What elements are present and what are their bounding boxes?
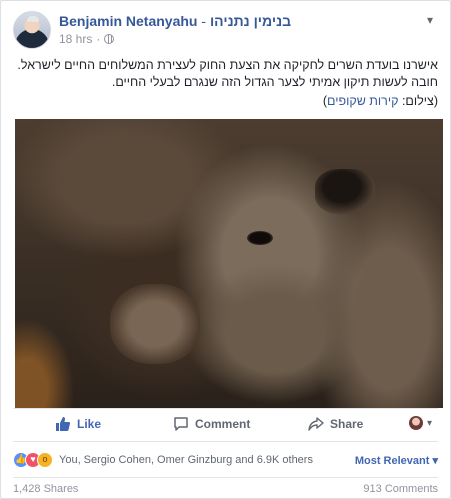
thumbs-up-icon	[56, 417, 70, 431]
reactions-row: 👍 ♥ o You, Sergio Cohen, Omer Ginzburg a…	[13, 449, 438, 471]
post-body: אישרנו בועדת השרים לחקיקה את הצעת החוק ל…	[17, 58, 438, 89]
sort-dropdown[interactable]: Most Relevant ▾	[355, 454, 438, 467]
share-icon	[308, 417, 324, 431]
photo-credit: (צילום: קירות שקופים)	[13, 93, 438, 110]
author-name-hebrew[interactable]: בנימין נתניהו	[210, 13, 291, 29]
comment-button[interactable]: Comment	[173, 416, 250, 432]
like-label: Like	[77, 417, 102, 431]
divider-bottom	[13, 477, 438, 478]
divider-middle	[13, 441, 438, 442]
credit-link[interactable]: קירות שקופים	[327, 94, 399, 108]
photo-glow	[15, 318, 75, 408]
current-user-avatar	[408, 416, 423, 430]
action-bar: Like Comment Share ▾	[13, 409, 438, 439]
divider-top	[13, 408, 438, 409]
post-photo[interactable]	[15, 119, 443, 408]
comments-count[interactable]: 913 Comments	[363, 483, 438, 495]
comment-icon	[174, 417, 188, 431]
name-separator: -	[197, 13, 210, 29]
post-meta: 18 hrs ·	[59, 32, 115, 46]
caret-down-icon: ▾	[432, 455, 438, 467]
post-text: אישרנו בועדת השרים לחקיקה את הצעת החוק ל…	[13, 57, 438, 110]
photo-snout	[110, 284, 200, 364]
photo-eye	[247, 231, 273, 245]
wow-reaction-icon: o	[37, 452, 53, 468]
author-name[interactable]: Benjamin Netanyahu	[59, 13, 197, 29]
chevron-down-icon[interactable]: ▾	[422, 13, 438, 27]
photo-nose	[315, 169, 375, 214]
post-card: Benjamin Netanyahu - בנימין נתניהו 18 hr…	[0, 0, 451, 499]
reaction-icons[interactable]: 👍 ♥ o	[13, 452, 57, 468]
author-name-line[interactable]: Benjamin Netanyahu - בנימין נתניהו	[59, 13, 291, 29]
dot: ·	[96, 32, 101, 46]
credit-prefix: (צילום:	[398, 94, 438, 108]
sort-label: Most Relevant	[354, 455, 430, 467]
caret-down-icon: ▾	[426, 417, 432, 429]
share-label: Share	[330, 417, 364, 431]
share-button[interactable]: Share	[308, 416, 363, 432]
post-header: Benjamin Netanyahu - בנימין נתניהו 18 hr…	[13, 11, 438, 51]
author-avatar[interactable]	[13, 11, 51, 49]
like-button[interactable]: Like	[55, 416, 101, 432]
post-as-selector[interactable]: ▾	[408, 416, 432, 430]
comment-label: Comment	[195, 417, 251, 431]
post-time[interactable]: 18 hrs	[59, 32, 92, 46]
reactions-summary[interactable]: You, Sergio Cohen, Omer Ginzburg and 6.9…	[59, 454, 313, 466]
shares-count[interactable]: 1,428 Shares	[13, 483, 78, 495]
globe-icon[interactable]	[104, 34, 115, 44]
